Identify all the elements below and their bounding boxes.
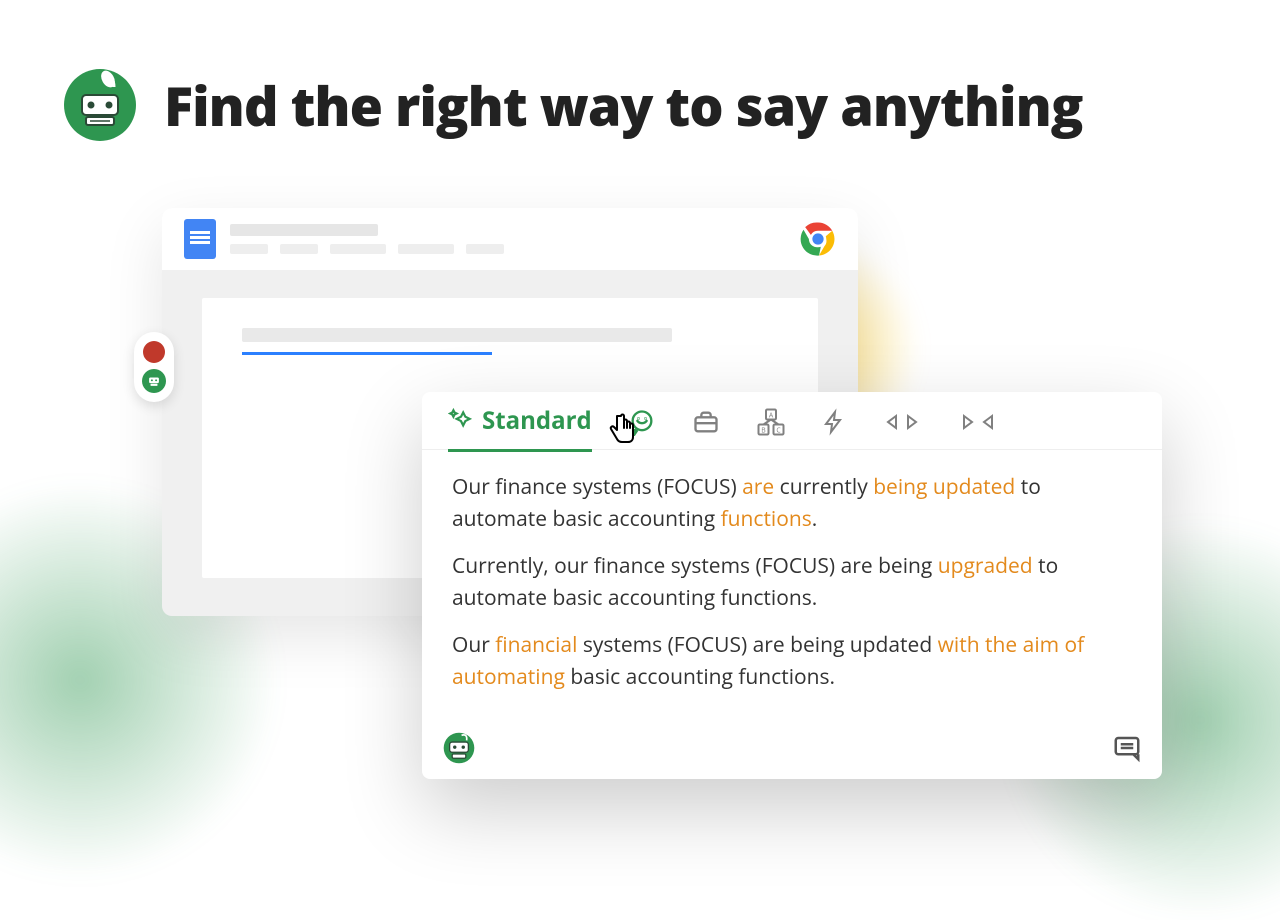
abc-boxes-icon: A B C <box>756 407 786 437</box>
expand-arrows-icon <box>882 409 922 435</box>
suggestion-item[interactable]: Our finance systems (FOCUS) are currentl… <box>452 472 1132 535</box>
comment-icon[interactable] <box>1112 733 1142 763</box>
record-dot-icon <box>143 341 165 363</box>
page-title: Find the right way to say anything <box>164 68 1082 142</box>
lightning-icon <box>822 408 846 436</box>
svg-text:C: C <box>776 426 781 435</box>
overlay-tabs: Standard A B <box>422 392 1162 450</box>
robot-mini-icon <box>142 369 166 393</box>
page-header: Find the right way to say anything <box>64 68 1082 142</box>
tab-label: Standard <box>482 404 592 437</box>
chrome-icon <box>800 221 836 257</box>
briefcase-icon <box>692 408 720 436</box>
docs-topbar <box>162 208 858 270</box>
selection-underline <box>242 352 492 355</box>
sparkle-star-icon <box>448 407 474 433</box>
contract-arrows-icon <box>958 409 998 435</box>
suggestion-item[interactable]: Currently, our finance systems (FOCUS) a… <box>452 551 1132 614</box>
tab-energize[interactable] <box>822 408 846 448</box>
google-docs-icon <box>184 219 216 259</box>
extension-badge[interactable] <box>134 332 174 402</box>
robot-logo-icon <box>64 69 136 141</box>
suggestion-overlay: Standard A B <box>422 392 1162 779</box>
robot-footer-icon[interactable] <box>442 731 476 765</box>
docs-title-skeleton <box>230 224 786 254</box>
tab-standard[interactable]: Standard <box>448 404 592 452</box>
svg-text:B: B <box>761 426 766 435</box>
tab-expand[interactable] <box>882 409 922 447</box>
tab-simplify[interactable]: A B C <box>756 407 786 449</box>
chat-bubble-icon <box>628 408 656 436</box>
suggestion-item[interactable]: Our financial systems (FOCUS) are being … <box>452 630 1132 693</box>
tab-chat-bubble[interactable] <box>628 408 656 448</box>
tab-contract[interactable] <box>958 409 998 447</box>
suggestion-list: Our finance systems (FOCUS) are currentl… <box>422 450 1162 723</box>
tab-formal[interactable] <box>692 408 720 448</box>
